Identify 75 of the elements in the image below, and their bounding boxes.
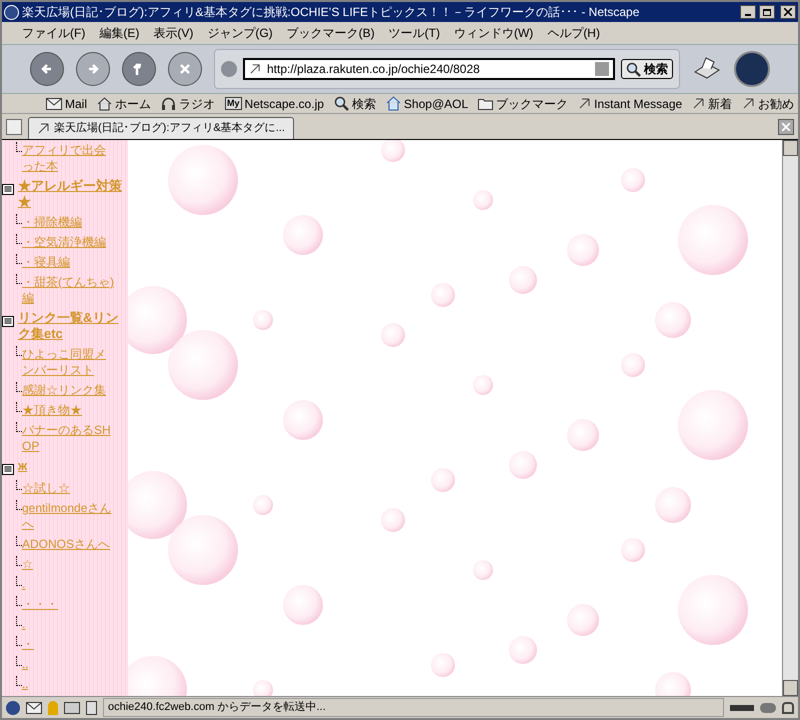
tree-link[interactable]: . xyxy=(22,616,26,632)
window-title: 楽天広場(日記･ブログ):アフィリ&基本タグに挑戦:OCHIE’S LIFEトピックス！！－ライフワークの話･･･ - Netscape xyxy=(22,4,640,21)
maximize-icon xyxy=(763,8,771,16)
envelope-icon xyxy=(46,98,62,110)
scrollbar[interactable] xyxy=(782,140,798,696)
menu-item[interactable]: 編集(E) xyxy=(99,24,140,42)
tree-link[interactable]: ☆ xyxy=(22,556,33,572)
close-button[interactable] xyxy=(780,5,796,19)
close-tab-button[interactable] xyxy=(778,119,794,135)
bookmark-item[interactable]: ラジオ xyxy=(161,94,216,112)
bookmark-item[interactable]: Mail xyxy=(46,94,88,112)
document-icon xyxy=(2,316,15,328)
bookmark-icon xyxy=(742,97,756,110)
status-text: ochie240.fc2web.com からデータを転送中... xyxy=(103,698,724,717)
bookmark-icon xyxy=(692,97,706,110)
my-icon: My xyxy=(225,97,242,110)
bookmark-item[interactable]: ブックマーク xyxy=(478,94,568,112)
house-icon xyxy=(386,96,401,111)
close-icon xyxy=(784,8,792,16)
tree-link[interactable]: ADONOSさんへ xyxy=(22,536,110,552)
house-icon xyxy=(97,96,112,110)
document-icon xyxy=(2,184,15,196)
headphones-icon xyxy=(161,96,176,110)
minimize-icon xyxy=(745,14,751,16)
close-icon xyxy=(782,123,790,131)
bookmark-item[interactable]: Instant Message xyxy=(578,94,682,112)
menu-item[interactable]: ブックマーク(B) xyxy=(286,24,375,42)
tree-link[interactable]: ・寝具編 xyxy=(22,254,70,270)
magnifier-icon xyxy=(334,96,349,111)
category-link[interactable]: ж xyxy=(18,458,28,474)
tree-link[interactable]: ・空気清浄機編 xyxy=(22,234,106,250)
bookmark-item[interactable]: 検索 xyxy=(334,94,376,112)
tree-link[interactable]: 感謝☆リンク集 xyxy=(22,382,106,398)
bookmark-item[interactable]: 新着 xyxy=(692,94,732,112)
minimize-button[interactable] xyxy=(740,5,756,19)
menu-item[interactable]: ウィンドウ(W) xyxy=(454,24,534,42)
magnifier-icon xyxy=(626,62,641,76)
tree-link[interactable]: アフィリで出会った本 xyxy=(22,142,114,174)
bookmark-icon xyxy=(249,63,261,75)
bookmark-item[interactable]: Shop@AOL xyxy=(386,94,468,112)
tab[interactable]: 楽天広場(日記･ブログ):アフィリ&基本タグに... xyxy=(28,117,294,139)
envelope-icon xyxy=(26,702,42,714)
menu-item[interactable]: ファイル(F) xyxy=(22,24,86,42)
category-link[interactable]: ★アレルギー対策★ xyxy=(18,178,126,210)
menu-item[interactable]: ツール(T) xyxy=(388,24,440,42)
tree-link[interactable]: gentilmondeさんへ xyxy=(22,500,114,532)
tree-link[interactable]: ・掃除機編 xyxy=(22,214,82,230)
menu-item[interactable]: ジャンプ(G) xyxy=(207,24,273,42)
tree-link[interactable]: バナーのあるSHOP xyxy=(22,422,114,454)
bookmark-item[interactable]: ホーム xyxy=(97,94,152,112)
back-button[interactable] xyxy=(30,52,64,86)
bookmark-item[interactable]: My Netscape.co.jp xyxy=(225,94,324,112)
tree-link[interactable]: ・ xyxy=(22,636,34,652)
maximize-button[interactable] xyxy=(759,5,775,19)
tree-link[interactable]: ‥ xyxy=(22,656,28,672)
search-button[interactable]: 検索 xyxy=(621,59,673,79)
tree-link[interactable]: ★頂き物★ xyxy=(22,402,82,418)
tree-link[interactable]: ‥ xyxy=(22,676,28,692)
tree-link[interactable]: . xyxy=(22,576,26,592)
document-icon xyxy=(2,464,15,476)
bookmark-icon xyxy=(578,97,592,110)
url-field[interactable]: http://plaza.rakuten.co.jp/ochie240/8028 xyxy=(243,58,615,80)
forward-button[interactable] xyxy=(76,52,110,86)
menu-item[interactable]: 表示(V) xyxy=(153,24,194,42)
category-link[interactable]: リンク一覧&リンク集etc xyxy=(18,310,126,342)
tree-link[interactable]: ☆試し☆ xyxy=(22,480,70,496)
tree-link[interactable]: ・甜茶(てんちゃ)編 xyxy=(22,274,114,306)
bookmark-item[interactable]: お勧め xyxy=(742,94,794,112)
menu-item[interactable]: ヘルプ(H) xyxy=(547,24,600,42)
bookmark-icon xyxy=(37,122,50,135)
folder-icon xyxy=(478,98,494,110)
stop-button[interactable] xyxy=(168,52,202,86)
reload-button[interactable] xyxy=(122,52,156,86)
tree-link[interactable]: ・・・ xyxy=(22,596,58,612)
tree-link[interactable]: ひよっこ同盟メンバーリスト xyxy=(22,346,114,378)
